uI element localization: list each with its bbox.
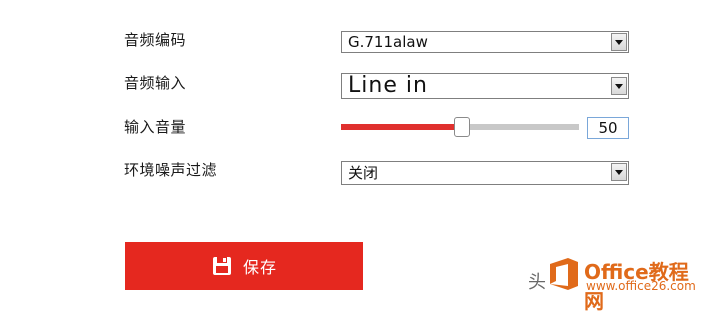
watermark-prefix: 头 <box>528 272 546 293</box>
floppy-disk-icon <box>212 257 231 275</box>
save-button[interactable]: 保存 <box>125 242 363 290</box>
audio-input-value: Line in <box>348 73 428 98</box>
watermark-url: www.office26.com <box>586 279 696 293</box>
noise-filter-value: 关闭 <box>348 164 379 182</box>
slider-thumb[interactable] <box>454 117 470 137</box>
noise-filter-label: 环境噪声过滤 <box>124 161 218 179</box>
save-button-label: 保存 <box>242 258 277 277</box>
chevron-down-icon[interactable] <box>611 33 627 51</box>
slider-fill <box>341 124 462 130</box>
input-volume-label: 输入音量 <box>124 118 187 136</box>
chevron-down-icon[interactable] <box>611 163 627 181</box>
audio-encoding-select[interactable]: G.711alaw <box>341 31 629 53</box>
audio-encoding-value: G.711alaw <box>348 33 428 51</box>
audio-input-select[interactable]: Line in <box>341 73 629 99</box>
noise-filter-select[interactable]: 关闭 <box>341 161 629 185</box>
audio-input-label: 音频输入 <box>124 74 187 92</box>
office-logo-icon <box>550 258 578 290</box>
volume-slider[interactable] <box>341 117 579 137</box>
volume-value-input[interactable]: 50 <box>587 117 629 139</box>
chevron-down-icon[interactable] <box>611 77 627 95</box>
audio-encoding-label: 音频编码 <box>124 31 187 49</box>
